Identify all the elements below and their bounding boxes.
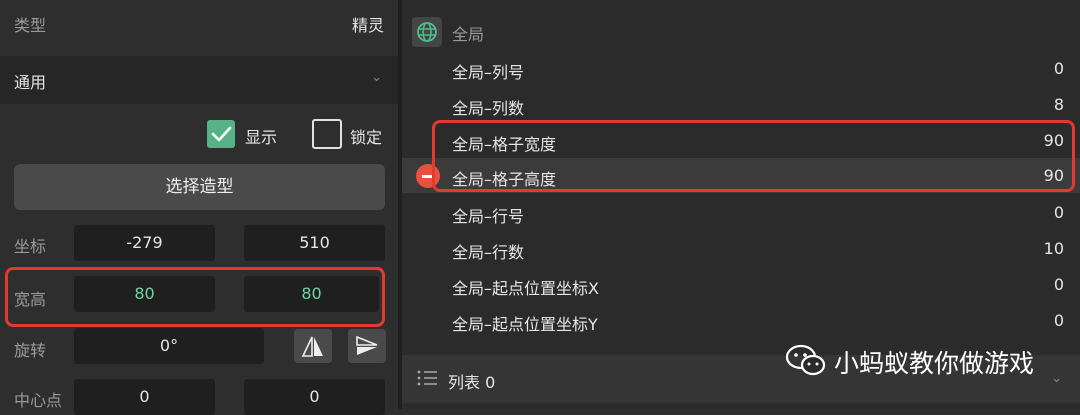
type-row: 类型 精灵 bbox=[0, 0, 398, 50]
lock-checkbox[interactable] bbox=[312, 119, 342, 149]
flip-vertical-icon bbox=[356, 335, 378, 355]
center-label: 中心点 bbox=[14, 391, 63, 410]
watermark: 小蚂蚁教你做游戏 bbox=[784, 342, 1034, 378]
flip-horizontal-button[interactable] bbox=[294, 329, 332, 363]
variable-name: 全局–起点位置坐标X bbox=[452, 279, 599, 298]
wechat-icon bbox=[785, 344, 826, 376]
list-icon bbox=[416, 369, 438, 391]
variable-value: 10 bbox=[1043, 239, 1064, 258]
variable-row[interactable]: 全局–行数 10 bbox=[402, 231, 1080, 266]
chevron-down-icon: ⌄ bbox=[371, 70, 382, 85]
variable-row[interactable]: 全局–列号 0 bbox=[402, 51, 1080, 86]
flip-vertical-button[interactable] bbox=[348, 329, 386, 363]
variable-value: 0 bbox=[1053, 203, 1064, 222]
variable-name: 全局–列数 bbox=[452, 99, 525, 118]
position-y-input[interactable]: 510 bbox=[244, 225, 385, 261]
variable-name: 全局–行号 bbox=[452, 207, 525, 226]
global-icon-box bbox=[412, 17, 442, 47]
list-label: 列表 0 bbox=[448, 373, 496, 392]
position-x-input[interactable]: -279 bbox=[74, 225, 215, 261]
variable-row[interactable]: 全局–起点位置坐标X 0 bbox=[402, 267, 1080, 302]
general-label: 通用 bbox=[14, 73, 47, 92]
variable-value: 0 bbox=[1053, 275, 1064, 294]
rotation-input[interactable]: 0° bbox=[74, 328, 264, 364]
variable-value: 0 bbox=[1053, 59, 1064, 78]
choose-shape-button[interactable]: 选择造型 bbox=[14, 164, 385, 210]
type-value: 精灵 bbox=[351, 16, 384, 35]
variable-name: 全局–行数 bbox=[452, 243, 525, 262]
variable-value: 0 bbox=[1053, 311, 1064, 330]
variable-row[interactable]: 全局–行号 0 bbox=[402, 195, 1080, 230]
variable-row[interactable]: 全局–列数 8 bbox=[402, 87, 1080, 122]
center-x-input[interactable]: 0 bbox=[74, 379, 215, 415]
variable-row[interactable]: 全局–起点位置坐标Y 0 bbox=[402, 303, 1080, 338]
variable-name: 全局–列号 bbox=[452, 63, 525, 82]
show-checkbox[interactable] bbox=[207, 120, 235, 148]
lock-label: 锁定 bbox=[350, 128, 383, 147]
rotation-label: 旋转 bbox=[14, 341, 47, 360]
general-section-toggle[interactable]: 通用 ⌄ bbox=[0, 56, 398, 104]
variable-name: 全局–起点位置坐标Y bbox=[452, 315, 598, 334]
properties-panel: 类型 精灵 通用 ⌄ 显示 锁定 选择造型 坐标 -279 510 宽高 80 … bbox=[0, 0, 398, 415]
variable-value: 8 bbox=[1053, 95, 1064, 114]
type-label: 类型 bbox=[14, 16, 47, 35]
checkmark-icon bbox=[211, 126, 232, 142]
globe-icon bbox=[417, 22, 437, 42]
chevron-down-icon: ⌄ bbox=[1051, 371, 1062, 386]
size-highlight-box bbox=[5, 267, 385, 327]
position-label: 坐标 bbox=[14, 237, 47, 256]
show-label: 显示 bbox=[245, 128, 278, 147]
flip-horizontal-icon bbox=[301, 336, 323, 357]
global-section-title: 全局 bbox=[452, 25, 485, 44]
watermark-text: 小蚂蚁教你做游戏 bbox=[834, 349, 1035, 378]
center-y-input[interactable]: 0 bbox=[244, 379, 385, 415]
grid-size-highlight-box bbox=[432, 120, 1075, 192]
